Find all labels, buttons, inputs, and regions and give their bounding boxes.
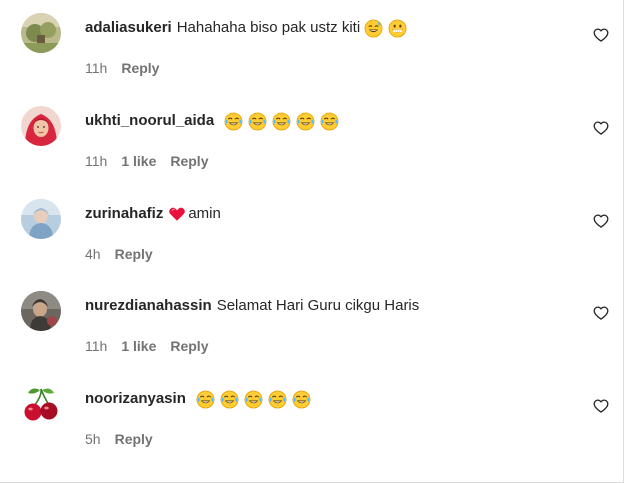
cherries-avatar-icon	[21, 384, 61, 424]
avatar[interactable]	[21, 106, 61, 146]
emoji-row	[224, 112, 344, 131]
red-hijab-avatar-icon	[21, 106, 61, 146]
reply-button[interactable]: Reply	[115, 245, 153, 263]
heart-outline-icon	[593, 27, 609, 43]
like-count[interactable]: 1 like	[121, 337, 156, 355]
heart-outline-icon	[593, 213, 609, 229]
comment-text: amin	[188, 205, 221, 222]
comment-meta: 11h 1 like Reply	[85, 152, 208, 170]
comment-meta: 4h Reply	[85, 245, 153, 263]
heart-outline-icon	[593, 305, 609, 321]
like-button[interactable]	[593, 27, 609, 43]
like-button[interactable]	[593, 120, 609, 136]
blue-photo-avatar-icon	[21, 199, 61, 239]
tears-of-joy-emoji-icon	[296, 112, 315, 131]
emoji-row	[196, 390, 316, 409]
heart-outline-icon	[593, 398, 609, 414]
comment-body: nurezdianahassin Selamat Hari Guru cikgu…	[85, 296, 419, 316]
username[interactable]: zurinahafiz	[85, 204, 163, 224]
comment-item: zurinahafiz amin 4h Reply	[0, 199, 624, 291]
avatar[interactable]	[21, 384, 61, 424]
username[interactable]: nurezdianahassin	[85, 296, 212, 316]
tears-of-joy-emoji-icon	[220, 390, 239, 409]
comment-text: Selamat Hari Guru cikgu Haris	[216, 297, 420, 314]
reply-button[interactable]: Reply	[170, 337, 208, 355]
username[interactable]: ukhti_noorul_aida	[85, 111, 214, 131]
comment-body: zurinahafiz amin	[85, 204, 221, 224]
comment-time: 11h	[85, 60, 108, 76]
comment-text: Hahahaha biso pak ustz kiti	[176, 19, 361, 36]
username[interactable]: noorizanyasin	[85, 389, 186, 409]
comment-item: adaliasukeri Hahahaha biso pak ustz kiti…	[0, 13, 624, 105]
comments-list: adaliasukeri Hahahaha biso pak ustz kiti…	[0, 0, 624, 483]
tears-of-joy-emoji-icon	[224, 112, 243, 131]
comment-body: ukhti_noorul_aida	[85, 111, 344, 131]
avatar[interactable]	[21, 291, 61, 331]
comment-time: 11h	[85, 338, 108, 354]
reply-button[interactable]: Reply	[115, 430, 153, 448]
like-button[interactable]	[593, 213, 609, 229]
comment-time: 5h	[85, 431, 101, 447]
username[interactable]: adaliasukeri	[85, 18, 172, 38]
like-button[interactable]	[593, 398, 609, 414]
heart-outline-icon	[593, 120, 609, 136]
red-heart-emoji-icon	[168, 205, 186, 223]
like-count[interactable]: 1 like	[121, 152, 156, 170]
tears-of-joy-emoji-icon	[292, 390, 311, 409]
avatar[interactable]	[21, 199, 61, 239]
emoji-row	[364, 19, 412, 38]
comment-item: ukhti_noorul_aida 11h 1 like Reply	[0, 106, 624, 198]
comment-meta: 11h 1 like Reply	[85, 337, 208, 355]
comment-item: nurezdianahassin Selamat Hari Guru cikgu…	[0, 291, 624, 383]
tears-of-joy-emoji-icon	[248, 112, 267, 131]
comment-body: adaliasukeri Hahahaha biso pak ustz kiti	[85, 18, 412, 38]
reply-button[interactable]: Reply	[170, 152, 208, 170]
like-button[interactable]	[593, 305, 609, 321]
sweat-smile-emoji-icon	[364, 19, 383, 38]
avatar[interactable]	[21, 13, 61, 53]
tears-of-joy-emoji-icon	[244, 390, 263, 409]
nature-photo-avatar-icon	[21, 13, 61, 53]
tears-of-joy-emoji-icon	[268, 390, 287, 409]
comment-time: 4h	[85, 246, 101, 262]
reply-button[interactable]: Reply	[121, 59, 159, 77]
grinning-emoji-icon	[388, 19, 407, 38]
tears-of-joy-emoji-icon	[196, 390, 215, 409]
comment-body: noorizanyasin	[85, 389, 316, 409]
tears-of-joy-emoji-icon	[272, 112, 291, 131]
tears-of-joy-emoji-icon	[320, 112, 339, 131]
comment-time: 11h	[85, 153, 108, 169]
dark-photo-avatar-icon	[21, 291, 61, 331]
comment-meta: 11h Reply	[85, 59, 159, 77]
comment-meta: 5h Reply	[85, 430, 153, 448]
comment-item: noorizanyasin 5h Reply	[0, 384, 624, 476]
